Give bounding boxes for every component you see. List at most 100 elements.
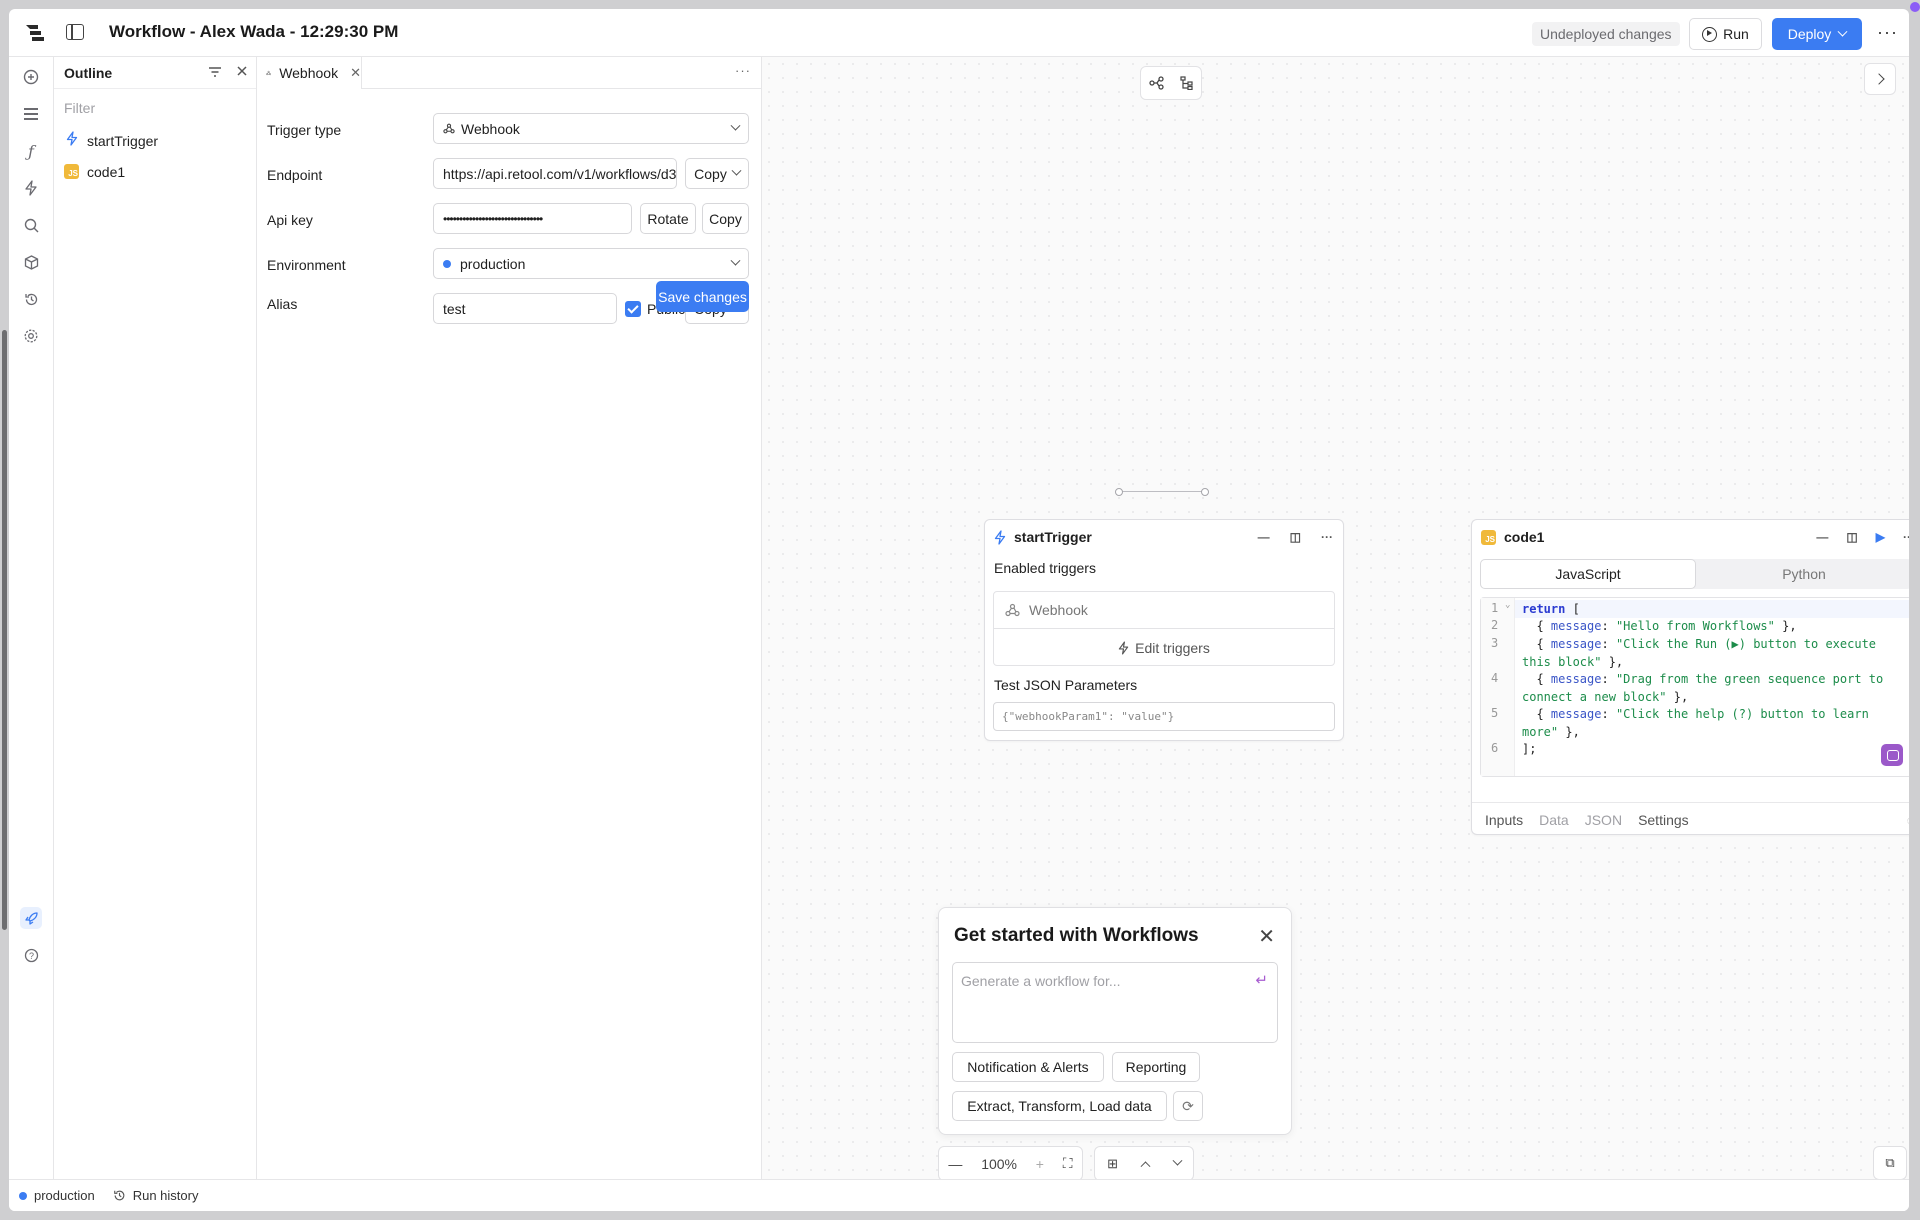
generate-workflow-placeholder: Generate a workflow for...: [961, 973, 1121, 989]
line-number: 1: [1491, 601, 1499, 615]
history-icon[interactable]: [20, 288, 42, 310]
expand-panel-button[interactable]: [1864, 63, 1896, 95]
public-checkbox[interactable]: [625, 301, 641, 317]
environment-select[interactable]: production: [433, 248, 749, 279]
bolt-icon: [994, 529, 1006, 545]
start-trigger-block[interactable]: startTrigger — ◫ ··· Enabled triggers We…: [984, 519, 1344, 741]
connector-line: [1122, 491, 1202, 492]
deploy-rocket-icon[interactable]: [20, 907, 42, 929]
status-environment[interactable]: production: [19, 1188, 95, 1203]
test-json-input[interactable]: {"webhookParam1": "value"}: [993, 702, 1335, 731]
chevron-down-icon[interactable]: [1172, 1155, 1183, 1166]
outline-item-label: startTrigger: [87, 132, 159, 149]
alias-field[interactable]: test: [433, 293, 617, 324]
triggers-bolt-icon[interactable]: [20, 177, 42, 199]
functions-icon[interactable]: ƒ: [20, 140, 42, 162]
chevron-up-icon[interactable]: [1140, 1161, 1151, 1172]
block-connector[interactable]: [1115, 487, 1209, 497]
code1-block[interactable]: JS code1 — ◫ ▶ ··· JavaScript Python 1 ⌄…: [1471, 519, 1909, 835]
block-header: startTrigger — ◫ ···: [985, 520, 1343, 554]
left-scrollbar[interactable]: [2, 330, 7, 930]
split-view-icon[interactable]: ◫: [1846, 530, 1857, 544]
minimize-icon[interactable]: —: [1816, 530, 1828, 544]
tab-data[interactable]: Data: [1539, 812, 1569, 828]
bolt-icon: [1118, 640, 1129, 655]
minimap-icon[interactable]: ⧉: [1873, 1146, 1907, 1180]
filter-icon[interactable]: [208, 65, 222, 79]
copy-api-key-button[interactable]: Copy: [702, 203, 749, 234]
code-line-2: { message: "Hello from Workflows" },: [1522, 619, 1797, 633]
run-block-play-icon[interactable]: ▶: [1876, 530, 1885, 544]
tab-webhook[interactable]: Webhook ✕: [257, 57, 362, 89]
close-icon[interactable]: ✕: [1258, 924, 1275, 949]
block-title: startTrigger: [1014, 529, 1092, 545]
deploy-button[interactable]: Deploy: [1772, 18, 1862, 50]
search-icon[interactable]: [20, 214, 42, 236]
panel-more-button[interactable]: ···: [735, 63, 751, 78]
endpoint-field[interactable]: https://api.retool.com/v1/workflows/d3bb…: [433, 158, 677, 189]
close-icon[interactable]: [236, 65, 248, 77]
fit-view-icon[interactable]: ⛶: [1063, 1155, 1073, 1172]
copy-label: Copy: [694, 165, 727, 182]
minimize-icon[interactable]: —: [1258, 530, 1270, 544]
trigger-item-webhook[interactable]: Webhook: [994, 592, 1334, 629]
sidebar-toggle-icon[interactable]: [66, 24, 84, 40]
help-icon[interactable]: ?: [20, 944, 42, 966]
fold-chevron-icon[interactable]: ⌄: [1505, 600, 1510, 610]
line-number: 3: [1491, 636, 1499, 650]
graph-layout-icon[interactable]: [1148, 76, 1165, 90]
outline-filter-input[interactable]: Filter: [54, 89, 256, 116]
outline-item-code1[interactable]: JS code1: [54, 156, 256, 187]
chevron-down-icon: [730, 120, 741, 131]
retool-logo-icon[interactable]: [23, 21, 47, 45]
zoom-in-icon[interactable]: +: [1036, 1156, 1044, 1172]
settings-gear-icon[interactable]: [20, 325, 42, 347]
chip-reporting[interactable]: Reporting: [1112, 1052, 1200, 1082]
enabled-triggers-label: Enabled triggers: [994, 560, 1096, 576]
generate-workflow-input[interactable]: Generate a workflow for... ↵: [952, 962, 1278, 1043]
ai-assist-icon[interactable]: [1881, 744, 1903, 766]
save-changes-button[interactable]: Save changes: [656, 281, 749, 312]
tree-layout-icon[interactable]: [1179, 76, 1194, 90]
zoom-level: 100%: [981, 1155, 1017, 1172]
refresh-suggestions-icon[interactable]: ⟳: [1173, 1091, 1203, 1121]
js-icon: JS: [64, 164, 79, 179]
resources-cube-icon[interactable]: [20, 251, 42, 273]
chip-notification-alerts[interactable]: Notification & Alerts: [952, 1052, 1104, 1082]
tab-python[interactable]: Python: [1696, 559, 1909, 589]
code-line-1: return [: [1522, 602, 1580, 616]
chip-etl[interactable]: Extract, Transform, Load data: [952, 1091, 1167, 1121]
more-icon[interactable]: ···: [1903, 530, 1909, 544]
more-icon[interactable]: ···: [1321, 530, 1333, 544]
chevron-right-icon: [1872, 73, 1885, 85]
tab-javascript[interactable]: JavaScript: [1480, 559, 1696, 589]
output-port[interactable]: [1115, 488, 1123, 496]
edit-triggers-button[interactable]: Edit triggers: [994, 629, 1334, 666]
run-history-button[interactable]: Run history: [113, 1188, 198, 1203]
tab-settings[interactable]: Settings: [1638, 812, 1689, 828]
tab-json[interactable]: JSON: [1585, 812, 1622, 828]
api-key-field[interactable]: •••••••••••••••••••••••••••••••: [433, 203, 632, 234]
trigger-type-select[interactable]: Webhook: [433, 113, 749, 144]
outline-item-label: code1: [87, 163, 126, 180]
outline-list-icon[interactable]: [20, 103, 42, 125]
outline-item-starttrigger[interactable]: startTrigger: [54, 125, 256, 156]
code-editor[interactable]: 1 ⌄ 2 3 4 5 6 return [ { message: "Hello…: [1480, 597, 1909, 777]
more-options-button[interactable]: ···: [1877, 22, 1898, 43]
enter-icon[interactable]: ↵: [1255, 971, 1268, 989]
close-tab-icon[interactable]: ✕: [350, 65, 361, 81]
history-icon: [113, 1190, 125, 1201]
grid-icon[interactable]: ⊞: [1107, 1156, 1118, 1172]
zoom-out-icon[interactable]: —: [948, 1156, 962, 1172]
js-icon: JS: [1481, 529, 1496, 545]
get-started-panel: Get started with Workflows ✕ Generate a …: [938, 907, 1292, 1135]
split-view-icon[interactable]: ◫: [1290, 530, 1301, 544]
input-port[interactable]: [1201, 488, 1209, 496]
svg-text:?: ?: [28, 951, 33, 961]
add-block-icon[interactable]: [20, 66, 42, 88]
tab-inputs[interactable]: Inputs: [1485, 812, 1523, 828]
copy-endpoint-button[interactable]: Copy: [685, 158, 749, 189]
api-key-label: Api key: [267, 212, 313, 228]
rotate-api-key-button[interactable]: Rotate: [640, 203, 696, 234]
run-button[interactable]: Run: [1689, 18, 1762, 50]
